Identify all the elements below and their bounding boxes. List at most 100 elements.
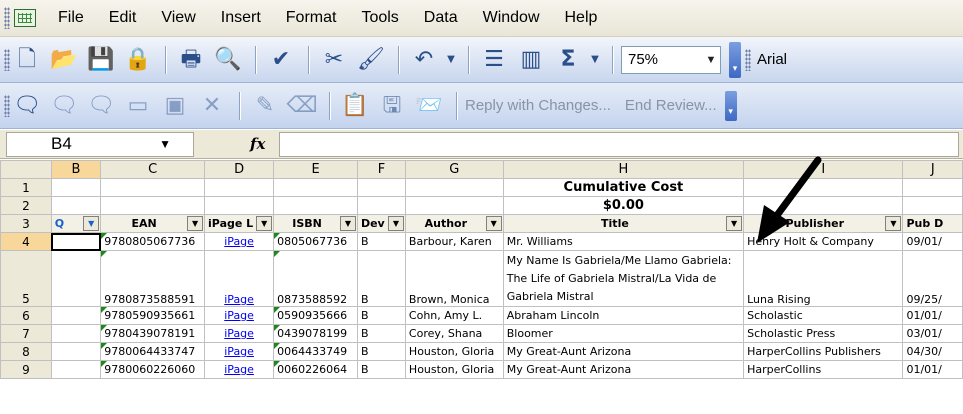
isbn-cell[interactable]: 0064433749: [273, 342, 358, 361]
font-select[interactable]: Arial: [751, 46, 941, 74]
isbn-cell[interactable]: 0590935666: [273, 306, 358, 325]
filter-dropdown-icon[interactable]: ▼: [339, 216, 356, 231]
row-header[interactable]: 5: [0, 250, 52, 307]
ean-cell[interactable]: 9780439078191: [100, 324, 206, 343]
format-painter-icon[interactable]: 🖌: [354, 43, 388, 77]
author-cell[interactable]: Cohn, Amy L.: [404, 306, 504, 325]
header-cell-q[interactable]: Q ▼: [50, 214, 102, 233]
column-header-f[interactable]: F: [356, 160, 406, 179]
ean-cell[interactable]: 9780590935661: [100, 306, 206, 325]
chevron-down-icon[interactable]: ▼: [702, 54, 720, 66]
cell[interactable]: [743, 178, 904, 197]
filter-dropdown-icon[interactable]: ▼: [83, 216, 100, 231]
show-hide-comment-icon[interactable]: ▭: [121, 89, 155, 123]
ipage-link[interactable]: iPage: [224, 327, 254, 340]
workbook-icon[interactable]: [14, 9, 36, 27]
select-all-corner[interactable]: [0, 160, 52, 179]
column-header-h[interactable]: H: [502, 160, 745, 179]
cumulative-cost-value[interactable]: $0.00: [502, 196, 745, 215]
open-folder-icon[interactable]: 📂: [47, 43, 81, 77]
header-cell-pubdate[interactable]: Pub D: [902, 214, 963, 233]
header-cell-ean[interactable]: EAN ▼: [100, 214, 206, 233]
column-header-g[interactable]: G: [404, 160, 504, 179]
undo-icon[interactable]: ↶: [407, 43, 441, 77]
author-cell[interactable]: Corey, Shana: [404, 324, 504, 343]
publisher-cell[interactable]: Scholastic Press: [743, 324, 904, 343]
insert-rows-icon[interactable]: ☰: [477, 43, 511, 77]
ipage-link[interactable]: iPage: [224, 363, 254, 376]
dev-cell[interactable]: B: [356, 360, 406, 379]
pubdate-cell[interactable]: 01/01/: [902, 360, 963, 379]
menu-format[interactable]: Format: [286, 9, 337, 27]
menu-edit[interactable]: Edit: [109, 9, 137, 27]
author-cell[interactable]: Barbour, Karen: [404, 232, 504, 251]
menu-insert[interactable]: Insert: [221, 9, 261, 27]
cell[interactable]: [100, 196, 206, 215]
isbn-cell[interactable]: 0873588592: [273, 250, 358, 307]
cell[interactable]: [404, 178, 504, 197]
menu-file[interactable]: File: [58, 9, 84, 27]
filter-dropdown-icon[interactable]: ▼: [256, 216, 273, 231]
filter-dropdown-icon[interactable]: ▼: [187, 216, 204, 231]
isbn-cell[interactable]: 0060226064: [273, 360, 358, 379]
cell[interactable]: [50, 342, 102, 361]
header-cell-title[interactable]: Title ▼: [502, 214, 745, 233]
cell[interactable]: [356, 196, 406, 215]
new-document-icon[interactable]: 🗋: [10, 43, 44, 77]
cell[interactable]: [50, 178, 102, 197]
show-all-comments-icon[interactable]: ▣: [158, 89, 192, 123]
title-cell[interactable]: My Great-Aunt Arizona: [502, 342, 745, 361]
publisher-cell[interactable]: Henry Holt & Company: [743, 232, 904, 251]
permission-icon[interactable]: 🔒: [121, 43, 155, 77]
row-header[interactable]: 8: [0, 342, 52, 361]
ipage-link[interactable]: iPage: [224, 309, 254, 322]
save-icon[interactable]: 💾: [84, 43, 118, 77]
dev-cell[interactable]: B: [356, 306, 406, 325]
dev-cell[interactable]: B: [356, 324, 406, 343]
title-cell[interactable]: Abraham Lincoln: [502, 306, 745, 325]
cumulative-cost-title[interactable]: Cumulative Cost: [502, 178, 745, 197]
pubdate-cell[interactable]: 01/01/: [902, 306, 963, 325]
previous-comment-icon[interactable]: 🗨: [47, 89, 81, 123]
title-cell[interactable]: Bloomer: [502, 324, 745, 343]
column-header-e[interactable]: E: [273, 160, 358, 179]
zoom-select[interactable]: 75% ▼: [621, 45, 721, 74]
pubdate-cell[interactable]: 09/01/: [902, 232, 963, 251]
delete-ink-icon[interactable]: ⌫: [285, 89, 319, 123]
cell[interactable]: [204, 196, 275, 215]
ipage-link-cell[interactable]: iPage: [204, 306, 275, 325]
cut-icon[interactable]: ✂: [317, 43, 351, 77]
toolbar-options-icon[interactable]: ▾: [724, 90, 737, 121]
cell[interactable]: [204, 178, 275, 197]
cell[interactable]: [50, 360, 102, 379]
create-task-icon[interactable]: 📋: [338, 89, 372, 123]
ipage-link[interactable]: iPage: [224, 345, 254, 358]
cell[interactable]: [50, 250, 102, 307]
reply-with-changes-button[interactable]: Reply with Changes...: [465, 97, 611, 114]
ean-cell[interactable]: 9780805067736: [100, 232, 206, 251]
print-icon[interactable]: 🖶: [174, 43, 208, 77]
ipage-link-cell[interactable]: iPage: [204, 250, 275, 307]
menu-tools[interactable]: Tools: [361, 9, 398, 27]
dev-cell[interactable]: B: [356, 232, 406, 251]
spelling-icon[interactable]: ✔: [264, 43, 298, 77]
ipage-link-cell[interactable]: iPage: [204, 360, 275, 379]
header-cell-ipage[interactable]: iPage L ▼: [204, 214, 275, 233]
menu-help[interactable]: Help: [565, 9, 598, 27]
author-cell[interactable]: Houston, Gloria: [404, 342, 504, 361]
ink-annotations-icon[interactable]: ✎: [248, 89, 282, 123]
ipage-link-cell[interactable]: iPage: [204, 232, 275, 251]
cell[interactable]: [273, 178, 358, 197]
pubdate-cell[interactable]: 09/25/: [902, 250, 963, 307]
dev-cell[interactable]: B: [356, 250, 406, 307]
menu-view[interactable]: View: [161, 9, 195, 27]
isbn-cell[interactable]: 0805067736: [273, 232, 358, 251]
cell[interactable]: [100, 178, 206, 197]
ipage-link[interactable]: iPage: [224, 235, 254, 248]
update-file-icon[interactable]: 🖫: [375, 89, 409, 123]
header-cell-publisher[interactable]: Publisher ▼: [743, 214, 904, 233]
cell[interactable]: [743, 196, 904, 215]
filter-dropdown-icon[interactable]: ▼: [885, 216, 902, 231]
title-cell[interactable]: Mr. Williams: [502, 232, 745, 251]
filter-dropdown-icon[interactable]: ▼: [726, 216, 743, 231]
